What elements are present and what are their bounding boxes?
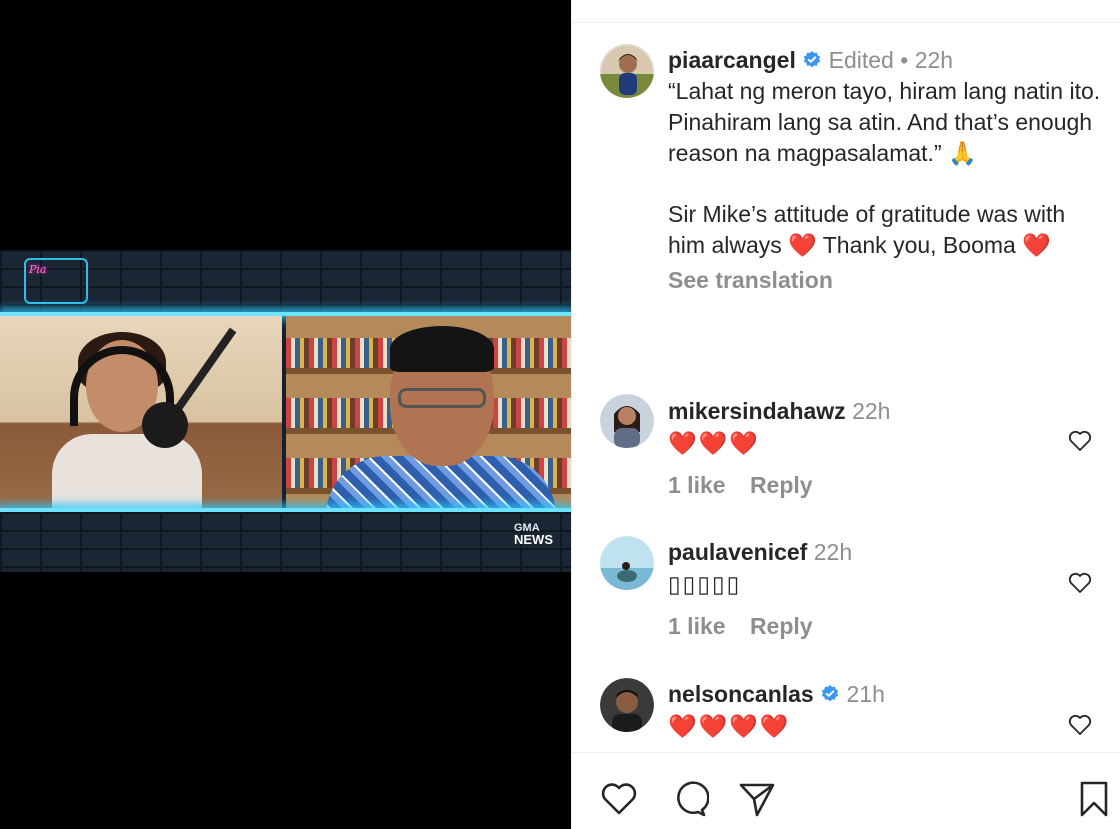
comment-header: nelsoncanlas 21h (668, 679, 1108, 709)
commenter-username[interactable]: mikersindahawz (668, 398, 846, 424)
comment-header: mikersindahawz 22h (668, 396, 1108, 426)
comment-text: ❤️❤️❤️ (668, 430, 760, 456)
verified-badge-icon (804, 51, 821, 68)
reply-button[interactable]: Reply (750, 613, 813, 639)
camera-left (0, 316, 282, 508)
comment-time[interactable]: 22h (814, 539, 852, 565)
author-username[interactable]: piaarcangel (668, 47, 796, 73)
post-caption: piaarcangel Edited • 22h “Lahat ng meron… (668, 44, 1108, 294)
caption-paragraph: “Lahat ng meron tayo, hiram lang natin i… (668, 78, 1101, 166)
comment-like-heart-icon[interactable] (1067, 428, 1093, 454)
commenter-username[interactable]: paulavenicef (668, 539, 807, 565)
show-logo: Pia (24, 258, 88, 304)
guest-hair (390, 326, 494, 372)
comment-item: paulavenicef 22h ▯▯▯▯▯ 1 like Reply (668, 537, 1108, 640)
commenter-avatar[interactable] (600, 678, 654, 732)
comment-like-heart-icon[interactable] (1067, 712, 1093, 738)
divider (572, 752, 1120, 753)
comment-text: ❤️❤️❤️❤️ (668, 713, 791, 739)
meta-separator: • (900, 47, 909, 73)
comment-time[interactable]: 21h (847, 681, 885, 707)
comment-item: nelsoncanlas 21h ❤️❤️❤️❤️ (668, 679, 1108, 743)
post-time[interactable]: 22h (915, 47, 953, 73)
show-logo-text: Pia (29, 263, 47, 276)
see-translation-link[interactable]: See translation (668, 267, 833, 294)
comment-text: ▯▯▯▯▯ (668, 571, 742, 597)
comment-bubble-icon[interactable] (669, 779, 709, 819)
glasses-icon (398, 388, 486, 408)
comment-likes[interactable]: 1 like (668, 472, 726, 498)
commenter-avatar[interactable] (600, 394, 654, 448)
edited-label: Edited (828, 47, 894, 73)
microphone-icon (142, 402, 188, 448)
camera-right (286, 316, 571, 508)
host-body (52, 434, 202, 508)
video-frame[interactable]: Pia GMA NEWS (0, 250, 571, 572)
comment-actions: 1 like Reply (668, 613, 1108, 640)
comment-time[interactable]: 22h (852, 398, 890, 424)
comment-header: paulavenicef 22h (668, 537, 1108, 567)
commenter-username[interactable]: nelsoncanlas (668, 681, 814, 707)
caption-text: “Lahat ng meron tayo, hiram lang natin i… (668, 76, 1108, 261)
gma-news-logo: GMA NEWS (514, 522, 553, 546)
comment-like-heart-icon[interactable] (1067, 570, 1093, 596)
gma-logo-news: NEWS (514, 532, 553, 547)
author-avatar[interactable] (600, 44, 654, 98)
heart-outline-icon[interactable] (599, 779, 639, 819)
divider (572, 22, 1120, 23)
comment-actions: 1 like Reply (668, 472, 1108, 499)
comment-likes[interactable]: 1 like (668, 613, 726, 639)
post-media[interactable]: Pia GMA NEWS (0, 0, 571, 829)
paper-plane-icon[interactable] (737, 779, 777, 819)
comment-item: mikersindahawz 22h ❤️❤️❤️ 1 like Reply (668, 396, 1108, 499)
brick-wall-bottom (0, 512, 571, 572)
commenter-avatar[interactable] (600, 536, 654, 590)
comments-pane: piaarcangel Edited • 22h “Lahat ng meron… (571, 0, 1120, 829)
caption-header: piaarcangel Edited • 22h (668, 44, 1108, 76)
verified-badge-icon (821, 685, 839, 702)
reply-button[interactable]: Reply (750, 472, 813, 498)
bookmark-icon[interactable] (1074, 779, 1114, 819)
caption-paragraph: Sir Mike’s attitude of gratitude was wit… (668, 201, 1066, 258)
